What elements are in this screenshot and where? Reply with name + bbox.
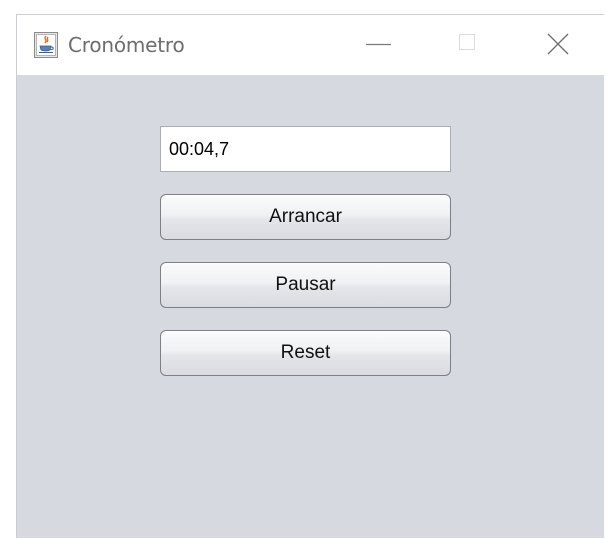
minimize-icon [366, 43, 391, 46]
reset-button[interactable]: Reset [160, 330, 451, 376]
minimize-button[interactable] [351, 15, 407, 75]
maximize-button[interactable] [445, 15, 501, 75]
title-bar[interactable]: Cronómetro [17, 15, 604, 75]
java-cup-icon [34, 32, 58, 58]
content-panel: 00:04,7 Arrancar Pausar Reset [17, 75, 604, 539]
pause-button[interactable]: Pausar [160, 262, 451, 308]
start-button[interactable]: Arrancar [160, 194, 451, 240]
maximize-icon [459, 34, 475, 50]
window-title: Cronómetro [68, 33, 185, 57]
close-icon [547, 33, 569, 55]
app-window: Cronómetro 00:04,7 Arrancar Pausar Reset [16, 14, 604, 538]
close-button[interactable] [535, 15, 591, 75]
time-display-field[interactable]: 00:04,7 [160, 126, 451, 172]
